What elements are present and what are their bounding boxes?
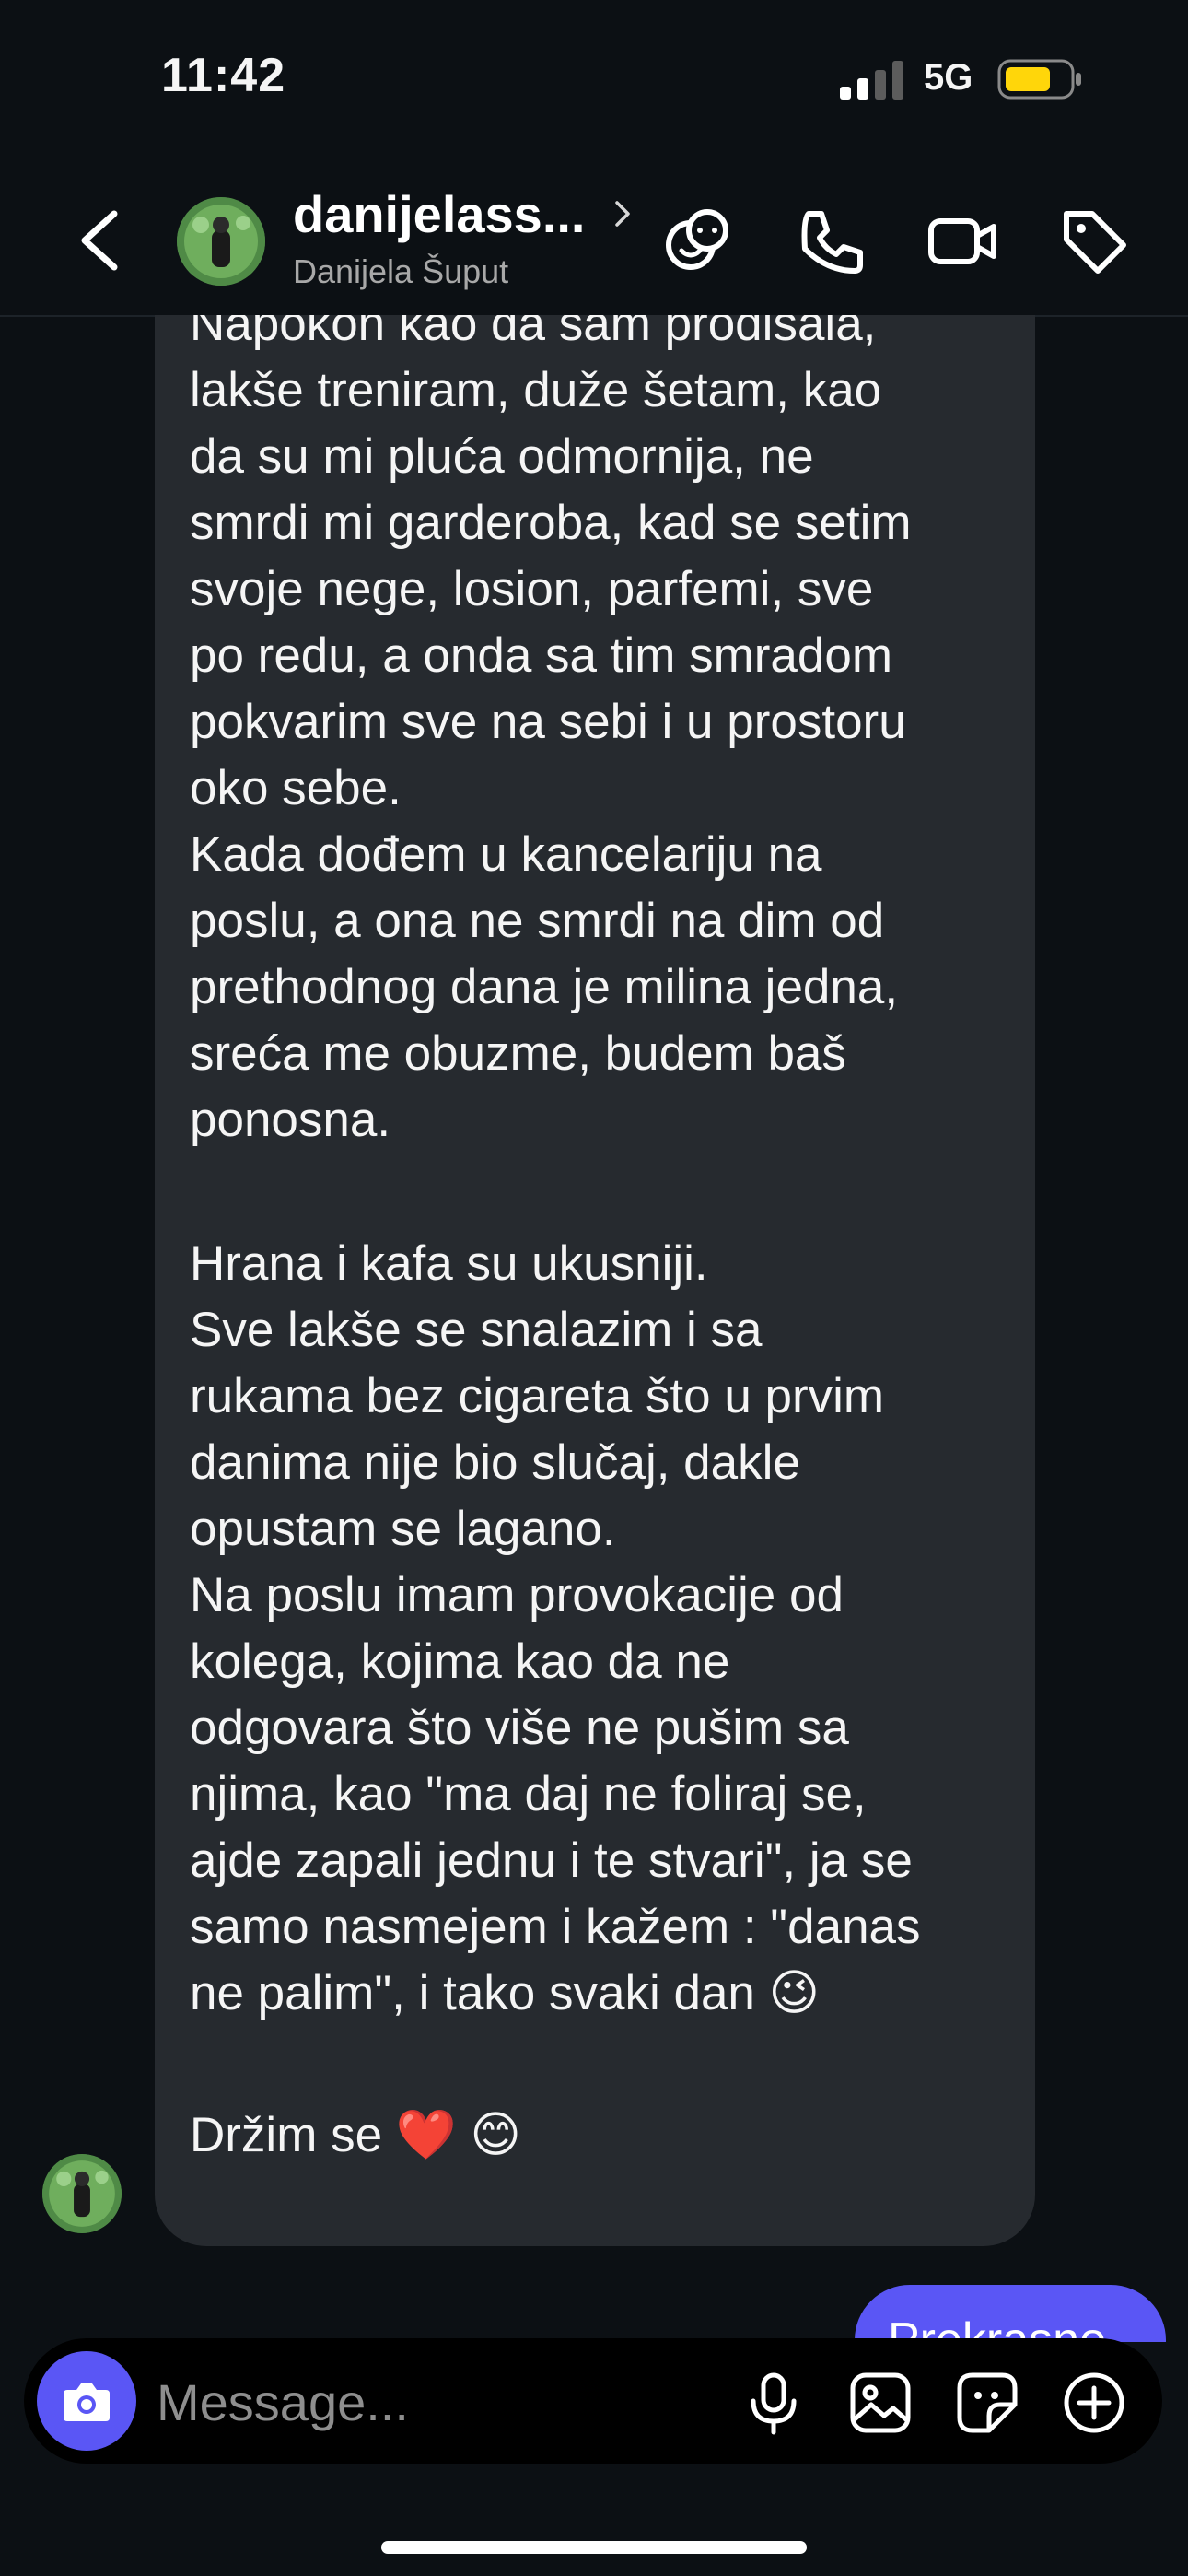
message-thread[interactable]: Napokon kao da sam prodisala, lakše tren… [0,315,1188,2342]
chat-username[interactable]: danijelass... [293,184,586,244]
battery-icon [997,59,1081,100]
add-icon[interactable] [1061,2370,1127,2436]
message-line: smrdi mi garderoba, kad se setim [190,496,912,550]
microphone-icon[interactable] [740,2370,807,2436]
camera-button[interactable] [37,2351,136,2451]
message-line: oko sebe. [190,761,402,815]
chat-header: danijelass... Danijela Šuput [0,157,1188,317]
message-line: svoje nege, losion, parfemi, sve [190,562,874,616]
avatar-image [42,2154,122,2233]
message-line: pokvarim sve na sebi i u prostoru [190,695,906,749]
message-line: opustam se lagano. [190,1502,616,1556]
status-bar: 11:42 5G [0,0,1188,157]
sticker-icon[interactable] [954,2370,1020,2436]
message-line: odgovara što više ne pušim sa [190,1701,849,1755]
gallery-icon[interactable] [847,2370,914,2436]
message-line: Držim se ❤️ 😊 [190,2108,521,2162]
sender-avatar[interactable] [42,2154,122,2233]
message-line: njima, kao "ma daj ne foliraj se, [190,1767,867,1821]
incoming-message-bubble[interactable]: Napokon kao da sam prodisala, lakše tren… [155,315,1035,2246]
effects-icon[interactable] [661,205,735,278]
message-line: ajde zapali jednu i te stvari", ja se [190,1833,913,1888]
message-line: Na poslu imam provokacije od [190,1568,844,1622]
message-text: Napokon kao da sam prodisala, lakše tren… [190,315,1019,2169]
message-line: lakše treniram, duže šetam, kao [190,363,882,417]
chat-fullname: Danijela Šuput [293,252,509,290]
outgoing-message-bubble[interactable]: Prekrasno [855,2285,1166,2342]
video-icon[interactable] [926,205,999,278]
avatar-image [177,197,265,286]
message-line: Napokon kao da sam prodisala, [190,315,877,351]
message-line: danima nije bio slučaj, dakle [190,1435,800,1490]
message-line: po redu, a onda sa tim smradom [190,628,892,683]
message-composer [24,2338,1162,2464]
network-type: 5G [924,57,973,98]
message-line: Hrana i kafa su ukusniji. [190,1236,708,1291]
camera-icon [64,2383,110,2421]
message-line: samo nasmejem i kažem : "danas [190,1900,921,1954]
message-line: Kada dođem u kancelariju na [190,827,822,882]
message-input[interactable] [155,2364,693,2440]
status-time: 11:42 [161,49,286,102]
message-line: sreća me obuzme, budem baš [190,1026,846,1081]
message-line: rukama bez cigareta što u prvim [190,1369,885,1423]
home-indicator[interactable] [381,2541,807,2554]
tag-icon[interactable] [1057,205,1131,278]
message-line: kolega, kojima kao da ne [190,1634,730,1689]
message-line: ponosna. [190,1093,391,1147]
back-icon[interactable] [74,208,129,273]
message-line: prethodnog dana je milina jedna, [190,960,899,1014]
avatar[interactable] [177,197,265,286]
message-line: Sve lakše se snalazim i sa [190,1303,763,1357]
message-line: da su mi pluća odmornija, ne [190,429,814,484]
signal-icon [840,61,903,100]
message-line: poslu, a ona ne smrdi na dim od [190,894,885,948]
message-line: ne palim", i tako svaki dan 😉 [190,1966,820,2020]
chevron-right-icon[interactable] [611,199,634,228]
phone-icon[interactable] [794,205,868,278]
